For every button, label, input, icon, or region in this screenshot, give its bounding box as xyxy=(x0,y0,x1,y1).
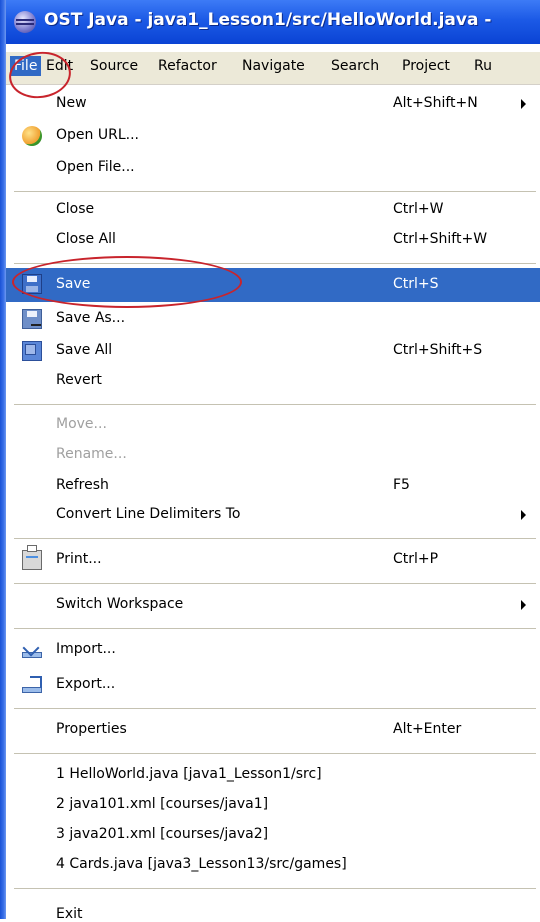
import-icon xyxy=(22,640,42,660)
menu-item-label: Save xyxy=(56,276,91,292)
menu-item-export[interactable]: Export... xyxy=(6,669,540,701)
menu-file[interactable]: File xyxy=(10,56,42,76)
menu-refactor[interactable]: Refactor xyxy=(158,58,217,74)
menu-item-close-all[interactable]: Close All Ctrl+Shift+W xyxy=(6,224,540,256)
menu-item-move: Move... xyxy=(6,409,540,441)
menu-item-new[interactable]: New Alt+Shift+N xyxy=(6,88,540,120)
save-all-icon xyxy=(22,341,42,361)
menu-item-exit[interactable]: Exit xyxy=(6,887,540,922)
menu-bar: File Edit Source Refactor Navigate Searc… xyxy=(6,52,540,85)
menu-item-label: Print... xyxy=(56,551,102,567)
menu-search[interactable]: Search xyxy=(331,58,379,74)
menu-item-label: Exit xyxy=(56,906,83,922)
menu-item-convert-line-delimiters[interactable]: Convert Line Delimiters To xyxy=(6,499,540,531)
file-menu-dropdown: New Alt+Shift+N Open URL... Open File...… xyxy=(6,85,540,922)
menu-separator xyxy=(14,538,536,539)
menu-item-rename: Rename... xyxy=(6,439,540,471)
shortcut-label: Ctrl+W xyxy=(393,201,444,217)
eclipse-icon xyxy=(14,11,36,33)
menu-edit[interactable]: Edit xyxy=(46,58,73,74)
menu-item-label: New xyxy=(56,95,87,111)
recent-file-label: 3 java201.xml [courses/java2] xyxy=(56,826,269,842)
menu-item-label: Refresh xyxy=(56,477,109,493)
recent-file-label: 4 Cards.java [java3_Lesson13/src/games] xyxy=(56,856,347,872)
submenu-arrow-icon xyxy=(521,600,526,610)
menu-item-label: Move... xyxy=(56,416,107,432)
print-icon xyxy=(22,545,42,570)
menu-separator xyxy=(14,708,536,709)
menu-item-properties[interactable]: Properties Alt+Enter xyxy=(6,714,540,746)
menu-item-close[interactable]: Close Ctrl+W xyxy=(6,194,540,226)
menu-item-revert[interactable]: Revert xyxy=(6,365,540,397)
menu-separator xyxy=(14,263,536,264)
export-icon xyxy=(22,675,42,695)
submenu-arrow-icon xyxy=(521,510,526,520)
recent-file-item[interactable]: 1 HelloWorld.java [java1_Lesson1/src] xyxy=(6,759,540,791)
shortcut-label: Alt+Enter xyxy=(393,721,462,737)
menu-item-label: Switch Workspace xyxy=(56,596,184,612)
menu-item-label: Properties xyxy=(56,721,127,737)
recent-file-label: 1 HelloWorld.java [java1_Lesson1/src] xyxy=(56,766,322,782)
shortcut-label: Ctrl+Shift+W xyxy=(393,231,488,247)
menu-separator xyxy=(14,583,536,584)
shortcut-label: Alt+Shift+N xyxy=(393,95,478,111)
menu-item-label: Open URL... xyxy=(56,127,139,143)
save-as-icon xyxy=(22,309,42,329)
menu-item-label: Rename... xyxy=(56,446,127,462)
menu-item-switch-workspace[interactable]: Switch Workspace xyxy=(6,589,540,621)
menu-separator xyxy=(14,753,536,754)
menu-item-label: Import... xyxy=(56,641,116,657)
menu-item-save-all[interactable]: Save All Ctrl+Shift+S xyxy=(6,335,540,367)
menu-item-label: Export... xyxy=(56,676,116,692)
menu-item-label: Save As... xyxy=(56,310,126,326)
menu-item-label: Open File... xyxy=(56,159,135,175)
recent-file-label: 2 java101.xml [courses/java1] xyxy=(56,796,269,812)
menu-separator xyxy=(14,628,536,629)
shortcut-label: F5 xyxy=(393,477,410,493)
save-icon xyxy=(22,274,42,294)
menu-item-import[interactable]: Import... xyxy=(6,634,540,666)
menu-item-label: Close xyxy=(56,201,95,217)
open-url-icon xyxy=(22,126,42,146)
menu-source[interactable]: Source xyxy=(90,58,138,74)
menu-item-open-file[interactable]: Open File... xyxy=(6,152,540,184)
submenu-arrow-icon xyxy=(521,99,526,109)
menu-navigate[interactable]: Navigate xyxy=(242,58,305,74)
menu-item-label: Save All xyxy=(56,342,113,358)
menu-item-refresh[interactable]: Refresh F5 xyxy=(6,470,540,502)
shortcut-label: Ctrl+S xyxy=(393,276,439,292)
menu-separator xyxy=(14,191,536,192)
menu-item-label: Close All xyxy=(56,231,116,247)
menu-project[interactable]: Project xyxy=(402,58,450,74)
menu-separator xyxy=(14,404,536,405)
menu-item-open-url[interactable]: Open URL... xyxy=(6,120,540,152)
window-title: OST Java - java1_Lesson1/src/HelloWorld.… xyxy=(44,10,492,30)
menu-run[interactable]: Ru xyxy=(474,58,492,74)
menu-item-save[interactable]: Save Ctrl+S xyxy=(6,268,540,302)
recent-file-item[interactable]: 2 java101.xml [courses/java1] xyxy=(6,789,540,821)
menu-item-label: Convert Line Delimiters To xyxy=(56,506,241,522)
title-bar[interactable]: OST Java - java1_Lesson1/src/HelloWorld.… xyxy=(0,0,540,44)
eclipse-window: OST Java - java1_Lesson1/src/HelloWorld.… xyxy=(0,0,540,922)
menu-item-save-as[interactable]: Save As... xyxy=(6,303,540,335)
recent-file-item[interactable]: 4 Cards.java [java3_Lesson13/src/games] xyxy=(6,849,540,881)
menu-item-label: Revert xyxy=(56,372,102,388)
shortcut-label: Ctrl+P xyxy=(393,551,439,567)
recent-file-item[interactable]: 3 java201.xml [courses/java2] xyxy=(6,819,540,851)
menu-item-print[interactable]: Print... Ctrl+P xyxy=(6,544,540,576)
shortcut-label: Ctrl+Shift+S xyxy=(393,342,483,358)
